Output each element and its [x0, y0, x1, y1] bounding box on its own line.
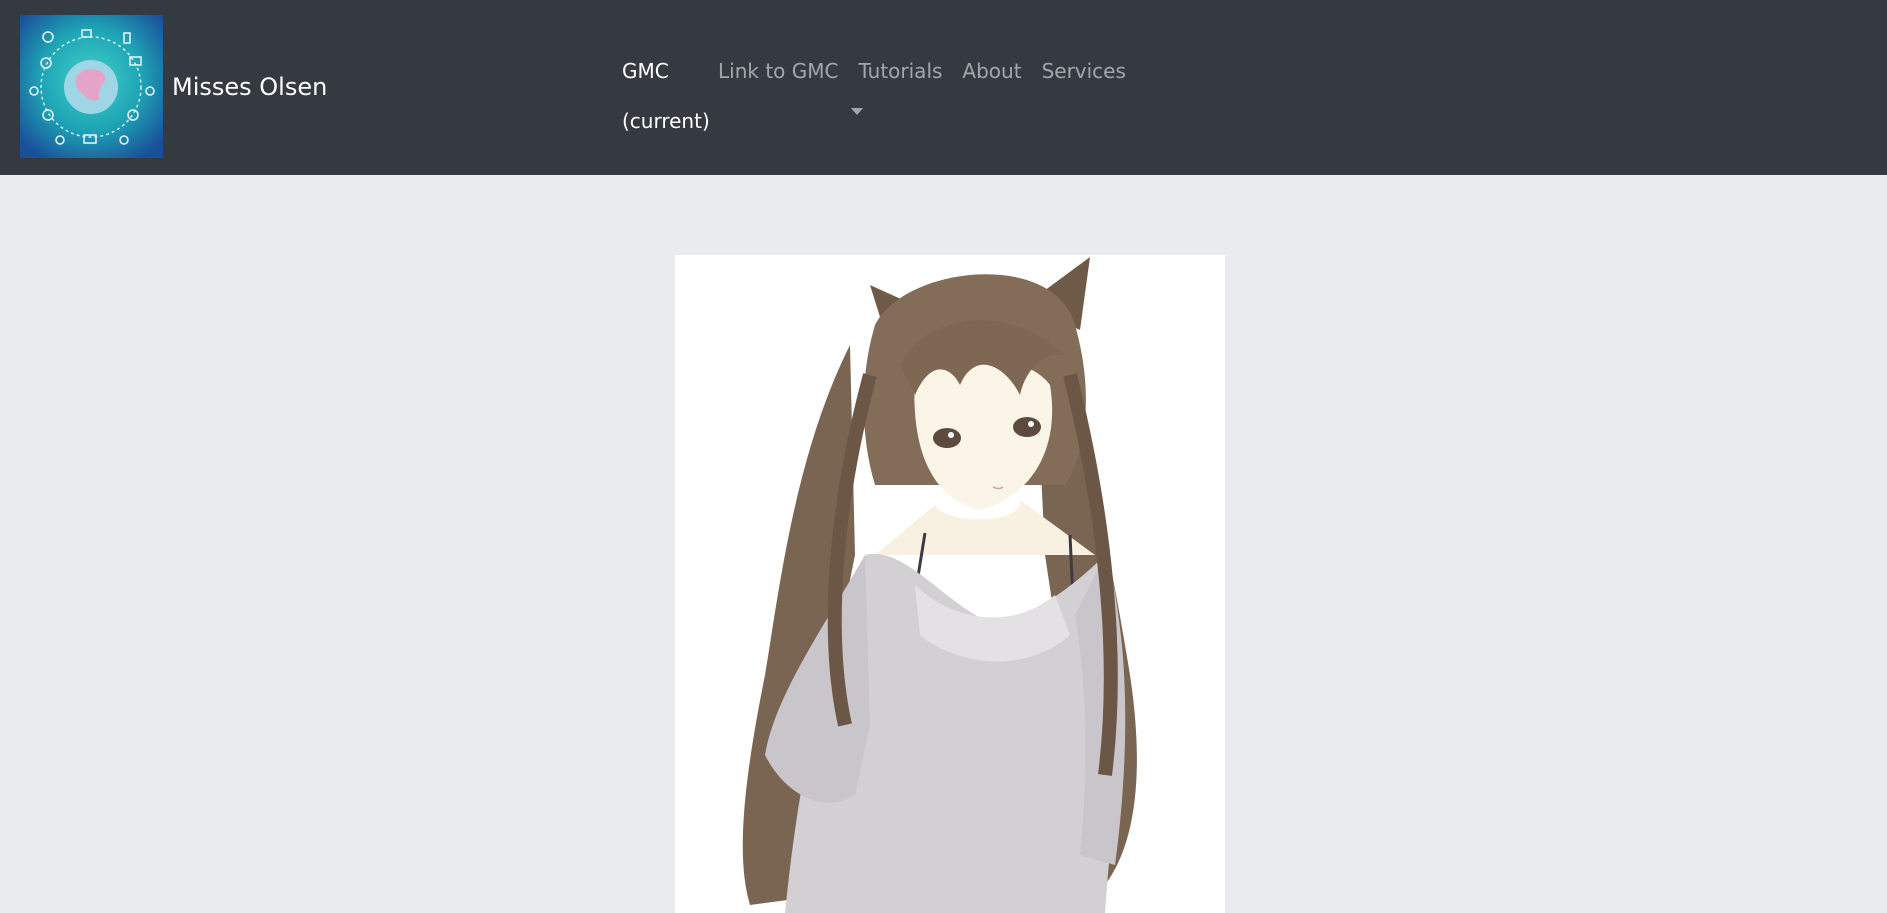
- brand-link[interactable]: Misses Olsen: [20, 15, 327, 158]
- nav-link-gmc[interactable]: GMC (current): [622, 46, 710, 146]
- nav-link-services[interactable]: Services: [1042, 46, 1126, 146]
- hero-image: [675, 255, 1225, 913]
- caret-down-icon[interactable]: [851, 108, 863, 115]
- globe-network-icon: [20, 15, 163, 158]
- brand-name: Misses Olsen: [172, 72, 328, 101]
- nav-link-tutorials[interactable]: Tutorials: [858, 46, 942, 146]
- main-nav: GMC (current) Link to GMC Tutorials Abou…: [622, 46, 1146, 146]
- navbar: Misses Olsen GMC (current) Link to GMC T…: [0, 0, 1887, 175]
- nav-link-gmc-label: GMC: [622, 59, 669, 83]
- nav-link-link-to-gmc[interactable]: Link to GMC: [718, 46, 838, 146]
- nav-link-about[interactable]: About: [962, 46, 1021, 146]
- anime-cat-girl-illustration: [675, 255, 1225, 913]
- nav-current-indicator: (current): [622, 109, 710, 133]
